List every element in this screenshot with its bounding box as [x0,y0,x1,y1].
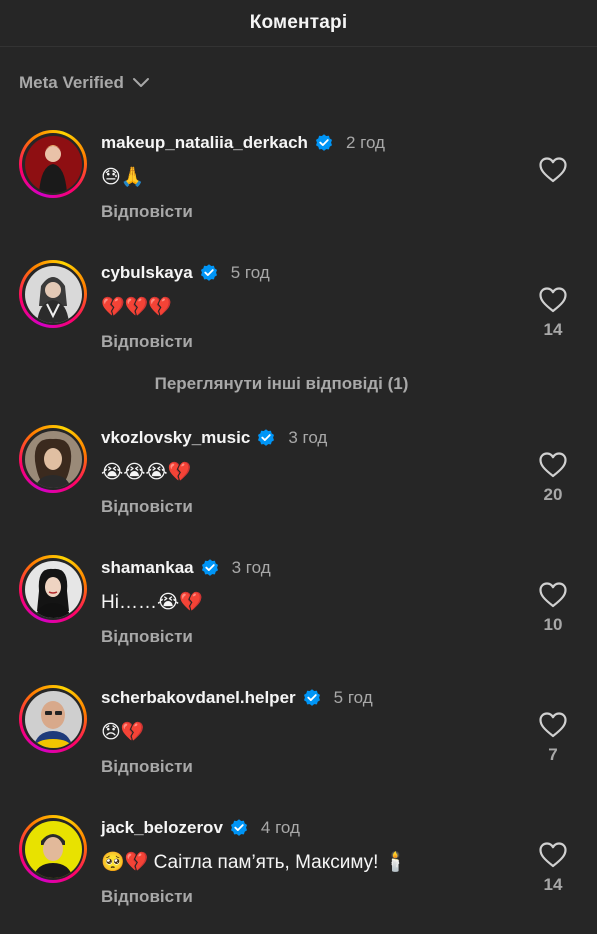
avatar-photo-scherbakovdanel-helper [24,690,82,748]
heart-icon[interactable] [538,286,568,314]
reply-button[interactable]: Відповісти [101,202,193,222]
avatar[interactable] [19,260,87,328]
avatar-photo-vkozlovsky-music [24,430,82,488]
like-count: 10 [543,615,563,634]
heart-icon[interactable] [538,841,568,869]
comment-timestamp: 3 год [288,428,328,447]
verified-badge-icon [315,134,332,151]
comment-text: 💔💔💔 [101,297,172,318]
comment-item: makeup_nataliia_derkach 2 год 😓🙏 Відпові… [0,130,597,230]
verified-badge-icon [303,689,320,706]
comment-username[interactable]: jack_belozerov [101,818,223,838]
verified-badge-icon [230,819,247,836]
view-more-replies-button[interactable]: Переглянути інші відповіді (1) [0,374,563,394]
heart-icon[interactable] [538,711,568,739]
verified-badge-icon [200,264,217,281]
comment-item: scherbakovdanel.helper 5 год 😞💔 Відповіс… [0,685,597,785]
comment-timestamp: 4 год [260,818,300,837]
comment-item: jack_belozerov 4 год 🥺💔 Саітла пам’ять, … [0,815,597,915]
reply-button[interactable]: Відповісти [101,497,193,517]
comment-username[interactable]: cybulskaya [101,263,193,283]
comment-timestamp: 5 год [333,688,373,707]
avatar-photo-jack-belozerov [24,820,82,878]
filter-dropdown[interactable]: Meta Verified [19,70,150,96]
comment-username[interactable]: makeup_nataliia_derkach [101,133,308,153]
verified-badge-icon [258,429,275,446]
comment-username[interactable]: shamankaa [101,558,194,578]
comment-text: 😞💔 [101,722,145,743]
reply-button[interactable]: Відповісти [101,627,193,647]
comment-text: 🥺💔 Саітла пам’ять, Максиму! 🕯️ [101,852,408,873]
heart-icon[interactable] [538,581,568,609]
avatar[interactable] [19,425,87,493]
comment-username[interactable]: vkozlovsky_music [101,428,250,448]
like-count: 20 [543,485,563,504]
like-count: 7 [548,745,558,764]
reply-button[interactable]: Відповісти [101,332,193,352]
comment-text: 😭😭😭💔 [101,462,192,483]
reply-button[interactable]: Відповісти [101,757,193,777]
comment-timestamp: 2 год [345,133,385,152]
comment-item: vkozlovsky_music 3 год 😭😭😭💔 Відповісти 2… [0,425,597,525]
avatar-photo-cybulskaya [24,265,82,323]
filter-label: Meta Verified [19,73,124,92]
comment-username[interactable]: scherbakovdanel.helper [101,688,296,708]
like-count: 14 [543,875,563,894]
comment-text: Ні……😭💔 [101,592,203,613]
avatar[interactable] [19,815,87,883]
avatar[interactable] [19,130,87,198]
comment-timestamp: 3 год [231,558,271,577]
heart-icon[interactable] [538,451,568,479]
reply-button[interactable]: Відповісти [101,887,193,907]
comment-text: 😓🙏 [101,167,145,188]
verified-badge-icon [201,559,218,576]
comments-screen: Коментарі Meta Verified makeup_nataliia_… [0,0,597,934]
comment-timestamp: 5 год [230,263,270,282]
comment-item: cybulskaya 5 год 💔💔💔 Відповісти 14 [0,260,597,360]
avatar[interactable] [19,685,87,753]
avatar-photo-makeup-nataliia-derkach [24,135,82,193]
chevron-down-icon [132,78,149,87]
avatar-photo-shamankaa [24,560,82,618]
heart-icon[interactable] [538,156,568,184]
header-bar: Коментарі [0,0,597,47]
comment-item: shamankaa 3 год Ні……😭💔 Відповісти 10 [0,555,597,655]
avatar[interactable] [19,555,87,623]
page-title: Коментарі [249,12,348,33]
like-count: 14 [543,320,563,339]
